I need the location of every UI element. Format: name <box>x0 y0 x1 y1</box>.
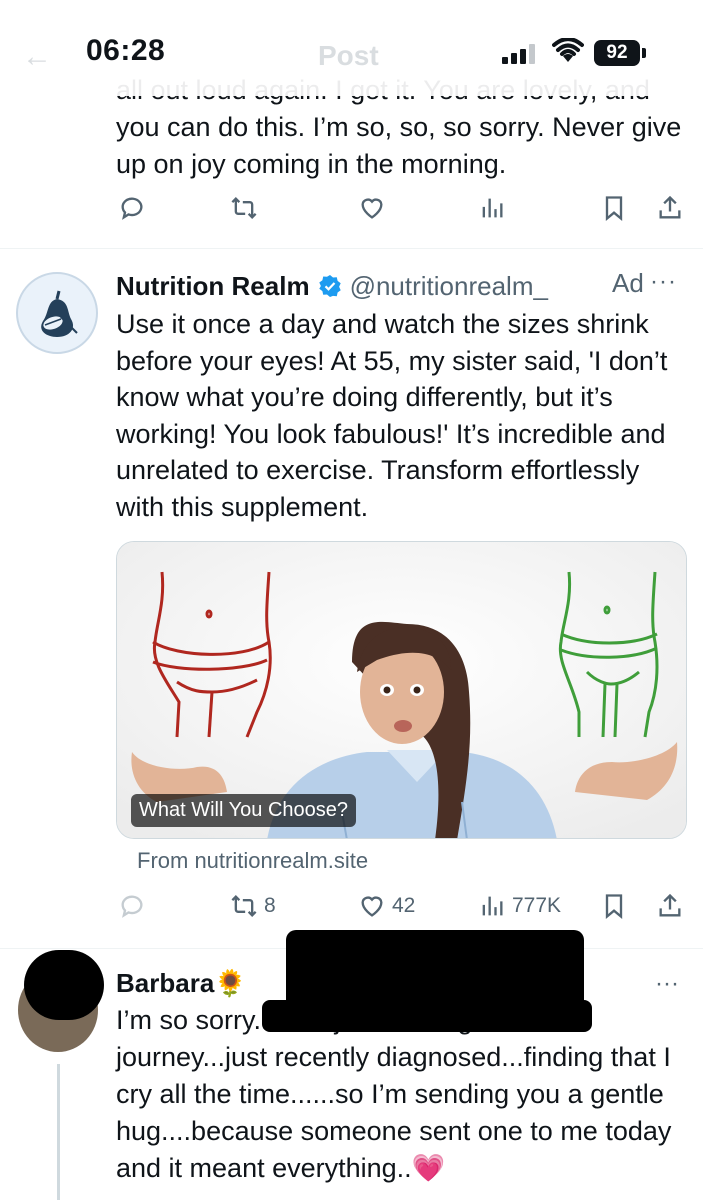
previous-tweet-body: you can do this. I’m so, so, so sorry. N… <box>116 112 682 179</box>
redaction-mark <box>262 1000 592 1032</box>
ad-media-card[interactable]: What Will You Choose? <box>116 541 687 839</box>
card-caption: What Will You Choose? <box>131 794 357 827</box>
more-options-icon[interactable]: ··· <box>650 268 677 296</box>
wifi-icon <box>552 38 584 62</box>
redaction-mark <box>286 930 584 1010</box>
reply-body: journey...just recently diagnosed...find… <box>116 1042 672 1183</box>
status-bar: ← Post 06:28 92 <box>0 0 703 96</box>
reply-icon <box>121 895 143 918</box>
account-name[interactable]: Nutrition Realm <box>116 271 310 302</box>
like-button[interactable] <box>358 194 386 222</box>
clock: 06:28 <box>86 34 166 67</box>
reply-button[interactable] <box>118 194 146 222</box>
share-icon <box>659 893 681 917</box>
retweet-icon <box>231 895 257 917</box>
views-icon <box>482 896 503 916</box>
views-count: 777K <box>512 894 562 917</box>
more-options-icon[interactable]: ··· <box>655 970 679 998</box>
reply-author-name[interactable]: Barbara🌻 <box>116 968 247 999</box>
bookmark-icon <box>605 196 623 221</box>
back-arrow-icon[interactable]: ← <box>22 40 52 74</box>
views-icon <box>482 198 503 218</box>
retweet-button[interactable] <box>230 194 258 222</box>
ad-tweet-actions: 8 42 777K <box>0 892 703 932</box>
share-button[interactable] <box>656 194 684 222</box>
ad-label: Ad <box>612 268 644 298</box>
battery-cap <box>642 48 646 58</box>
share-icon <box>659 195 681 219</box>
retweet-icon <box>231 197 257 219</box>
ad-tweet-body: Use it once a day and watch the sizes sh… <box>116 309 668 522</box>
retweet-button[interactable]: 8 <box>230 892 276 920</box>
card-source-link[interactable]: From nutritionrealm.site <box>137 848 368 874</box>
like-count: 42 <box>392 894 416 917</box>
account-handle[interactable]: @nutritionrealm_ <box>350 271 548 302</box>
reply-icon <box>121 197 143 220</box>
verified-badge-icon <box>318 274 342 298</box>
share-button[interactable] <box>656 892 684 920</box>
reply-button[interactable] <box>118 892 146 920</box>
bookmark-icon <box>605 894 623 919</box>
like-icon <box>361 896 383 917</box>
previous-tweet-actions <box>0 194 703 234</box>
avatar[interactable] <box>16 272 98 354</box>
views-button[interactable] <box>478 194 506 222</box>
cellular-signal-icon <box>502 44 538 64</box>
thread-line <box>57 1064 60 1200</box>
redaction-mark <box>24 950 104 1020</box>
views-button[interactable]: 777K <box>478 892 561 920</box>
like-icon <box>361 198 383 219</box>
bookmark-button[interactable] <box>600 892 628 920</box>
pear-logo-icon <box>41 290 78 337</box>
page-title: Post <box>318 40 379 71</box>
heart-emoji: 💗 <box>411 1153 446 1183</box>
bookmark-button[interactable] <box>600 194 628 222</box>
battery-indicator: 92 <box>594 40 640 66</box>
divider <box>0 248 703 249</box>
like-button[interactable]: 42 <box>358 892 415 920</box>
retweet-count: 8 <box>264 894 276 917</box>
ad-tweet-header: Nutrition Realm @nutritionrealm_ <box>116 268 686 304</box>
